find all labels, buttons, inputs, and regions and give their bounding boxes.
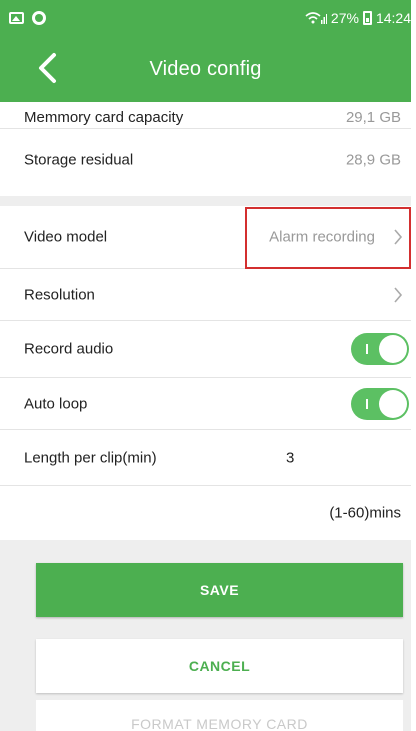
storage-residual-row: Storage residual 28,9 GB: [0, 129, 411, 196]
clip-length-label: Length per clip(min): [24, 449, 157, 466]
video-model-label: Video model: [24, 228, 108, 246]
chevron-right-icon: [394, 286, 403, 303]
app-bar: Video config: [0, 38, 411, 102]
clip-range-row: (1-60)mins: [0, 486, 411, 540]
card-capacity-value: 29,1 GB: [345, 109, 401, 126]
card-capacity-row: Memmory card capacity 29,1 GB: [0, 102, 411, 129]
clock: 14:24: [375, 10, 411, 26]
app-notification-icon: [32, 11, 46, 25]
gallery-notification-icon: [9, 12, 24, 24]
card-capacity-label: Memmory card capacity: [24, 109, 184, 126]
status-bar: 27% 14:24: [0, 0, 411, 38]
auto-loop-row: Auto loop: [0, 378, 411, 430]
storage-residual-label: Storage residual: [24, 151, 134, 169]
page-title: Video config: [149, 58, 262, 80]
screen-edge: [411, 0, 416, 731]
wifi-signal-icon: [305, 12, 327, 24]
video-model-value: Alarm recording: [269, 228, 375, 246]
clip-length-value[interactable]: 3: [286, 449, 294, 466]
chevron-right-icon: [394, 229, 403, 245]
format-memory-card-button[interactable]: FORMAT MEMORY CARD: [36, 700, 403, 731]
clip-length-row[interactable]: Length per clip(min) 3: [0, 430, 411, 486]
toggle-on-mark: [366, 344, 368, 354]
section-divider: [0, 196, 411, 206]
auto-loop-toggle[interactable]: [351, 387, 409, 420]
status-left: [9, 11, 46, 25]
toggle-knob: [379, 389, 407, 418]
save-button[interactable]: SAVE: [36, 563, 403, 617]
cancel-button[interactable]: CANCEL: [36, 639, 403, 693]
auto-loop-label: Auto loop: [24, 395, 88, 412]
battery-icon: [362, 11, 372, 25]
resolution-label: Resolution: [24, 286, 95, 303]
resolution-row[interactable]: Resolution: [0, 269, 411, 321]
app-screen: 27% 14:24 Video config Memmory card capa…: [0, 0, 411, 731]
battery-percent: 27%: [330, 10, 359, 26]
toggle-knob: [379, 335, 407, 363]
clip-range-hint: (1-60)mins: [329, 504, 401, 522]
record-audio-toggle[interactable]: [351, 333, 409, 365]
video-model-row[interactable]: Video model Alarm recording: [0, 206, 411, 269]
record-audio-row: Record audio: [0, 321, 411, 378]
record-audio-label: Record audio: [24, 340, 114, 358]
storage-residual-value: 28,9 GB: [345, 151, 401, 169]
status-right: 27% 14:24: [305, 10, 411, 26]
toggle-on-mark: [366, 398, 368, 409]
